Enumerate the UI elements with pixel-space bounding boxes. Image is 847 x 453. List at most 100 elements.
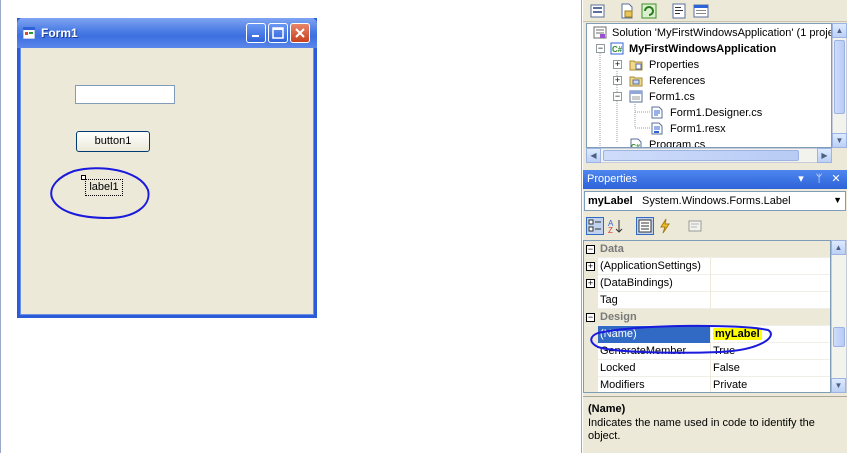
grid-expander[interactable]: − [586, 245, 595, 254]
grid-gutter [584, 360, 598, 377]
property-description: (Name) Indicates the name used in code t… [583, 396, 847, 453]
folder-icon [629, 60, 643, 71]
property-value[interactable]: False [710, 360, 830, 377]
view-designer-icon[interactable] [693, 3, 709, 19]
scroll-thumb[interactable] [834, 40, 845, 114]
code-file-icon: C# [630, 138, 642, 147]
grid-gutter [584, 377, 598, 392]
property-name: (ApplicationSettings) [600, 260, 701, 272]
solution-explorer-vscroll[interactable]: ▲ ▼ [832, 23, 847, 148]
tree-expander[interactable]: − [613, 92, 622, 101]
grid-row[interactable]: Tag [584, 292, 830, 309]
grid-category-design[interactable]: − Design [584, 309, 830, 326]
grid-expander[interactable]: − [586, 313, 595, 322]
form-title: Form1 [41, 26, 78, 40]
close-icon [295, 28, 305, 38]
properties-title: Properties [587, 173, 638, 185]
tree-expander[interactable]: + [613, 76, 622, 85]
grid-row[interactable]: Locked False [584, 360, 830, 377]
label1-control[interactable]: label1 [85, 179, 123, 196]
grid-gutter [584, 326, 598, 343]
name-value-highlight[interactable]: myLabel [713, 328, 762, 340]
object-name: myLabel [588, 195, 633, 207]
property-name: Modifiers [600, 379, 645, 391]
dropdown-icon[interactable]: ▾ [794, 172, 808, 186]
svg-text:Z: Z [608, 226, 613, 234]
svg-text:C#: C# [612, 45, 623, 54]
property-value[interactable]: myLabel [710, 326, 830, 343]
resx-file-icon [651, 122, 663, 135]
grid-row-name[interactable]: (Name) myLabel [584, 326, 830, 343]
grid-expander[interactable]: + [586, 279, 595, 288]
scroll-left-button[interactable]: ◀ [586, 148, 601, 163]
form-titlebar[interactable]: Form1 [17, 18, 317, 48]
property-value[interactable] [710, 292, 830, 309]
grid-category-label: Data [600, 243, 624, 255]
properties-view-icon [638, 219, 652, 233]
project-icon: C# [610, 42, 624, 55]
property-name: GenerateMember [600, 345, 687, 357]
description-title: (Name) [588, 403, 626, 415]
object-selector[interactable]: myLabel System.Windows.Forms.Label ▼ [584, 191, 846, 211]
properties-header[interactable]: Properties ▾ ᛘ ✕ [583, 170, 847, 189]
refresh-icon[interactable] [641, 3, 657, 19]
property-name: (Name) [598, 326, 710, 343]
textbox-control[interactable] [75, 85, 175, 104]
property-pages-icon [688, 220, 702, 232]
property-name: Tag [600, 294, 618, 306]
tree-item-label: Form1.cs [649, 91, 695, 103]
scroll-up-button[interactable]: ▲ [832, 23, 847, 38]
property-pages-button[interactable] [686, 217, 704, 235]
property-name: (DataBindings) [600, 277, 673, 289]
properties-toolbar: AZ [583, 214, 847, 238]
close-button[interactable] [290, 23, 310, 43]
property-value[interactable] [710, 258, 830, 275]
form-icon [23, 27, 35, 39]
events-button[interactable] [656, 217, 674, 235]
scroll-down-button[interactable]: ▼ [831, 378, 846, 393]
grid-row[interactable]: GenerateMember True [584, 343, 830, 360]
object-type: System.Windows.Forms.Label [642, 195, 791, 207]
tree-expander[interactable]: − [596, 44, 605, 53]
show-all-files-icon[interactable] [619, 3, 635, 19]
chevron-down-icon[interactable]: ▼ [833, 195, 842, 205]
properties-view-button[interactable] [636, 217, 654, 235]
solution-explorer-toolbar [583, 0, 847, 22]
categorized-button[interactable] [586, 217, 604, 235]
property-value[interactable] [710, 275, 830, 292]
view-code-icon[interactable] [671, 3, 687, 19]
scroll-up-button[interactable]: ▲ [831, 240, 846, 255]
alphabetical-button[interactable]: AZ [606, 217, 624, 235]
minimize-button[interactable] [246, 23, 266, 43]
form-window[interactable]: Form1 button1 label1 [17, 18, 317, 318]
property-value[interactable]: True [710, 343, 830, 360]
tree-expander[interactable]: + [613, 60, 622, 69]
scroll-right-button[interactable]: ▶ [817, 148, 832, 163]
grid-category-data[interactable]: − Data [584, 241, 830, 258]
pin-icon[interactable]: ᛘ [812, 172, 826, 186]
scroll-thumb[interactable] [833, 327, 845, 347]
button1-control[interactable]: button1 [76, 131, 150, 152]
grid-gutter [584, 292, 598, 309]
designer-surface[interactable]: Form1 button1 label1 [0, 0, 582, 453]
property-grid-vscroll[interactable]: ▲ ▼ [831, 240, 847, 393]
form-file-icon [629, 90, 643, 103]
properties-window-icon[interactable] [590, 3, 606, 19]
scroll-down-button[interactable]: ▼ [832, 133, 847, 148]
scroll-thumb[interactable] [603, 150, 799, 161]
tree-item-label: Form1.resx [670, 123, 726, 135]
grid-row[interactable]: Modifiers Private [584, 377, 830, 392]
grid-expander[interactable]: + [586, 262, 595, 271]
grid-category-label: Design [600, 311, 637, 323]
grid-row[interactable]: + (ApplicationSettings) [584, 258, 830, 275]
solution-explorer-tree[interactable]: Solution 'MyFirstWindowsApplication' (1 … [586, 23, 832, 148]
grid-row[interactable]: + (DataBindings) [584, 275, 830, 292]
solution-icon [593, 26, 607, 39]
solution-explorer-hscroll[interactable]: ◀ ▶ [586, 148, 832, 163]
right-panel: Solution 'MyFirstWindowsApplication' (1 … [583, 0, 847, 453]
grid-gutter [584, 343, 598, 360]
property-grid[interactable]: − Data + (ApplicationSettings) + (DataBi… [583, 240, 831, 393]
property-value[interactable]: Private [710, 377, 830, 392]
close-panel-icon[interactable]: ✕ [829, 172, 843, 186]
maximize-button[interactable] [268, 23, 288, 43]
